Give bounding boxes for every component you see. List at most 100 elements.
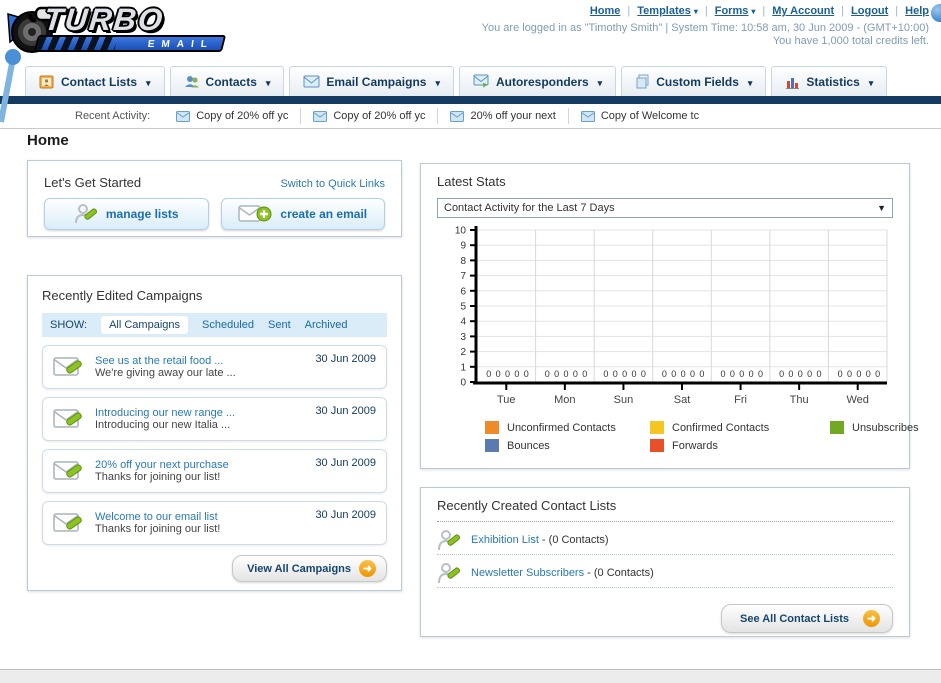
- filter-sent[interactable]: Sent: [268, 319, 291, 331]
- legend-item: Bounces: [485, 439, 650, 452]
- recent-activity-item[interactable]: 20% off your next: [438, 108, 569, 124]
- svg-text:0: 0: [730, 369, 735, 379]
- logo-stripes: [36, 37, 118, 50]
- svg-text:Mon: Mon: [554, 394, 575, 406]
- campaign-filter-bar: SHOW: All Campaigns Scheduled Sent Archi…: [42, 313, 387, 337]
- campaign-date: 30 Jun 2009: [315, 457, 376, 469]
- login-status-text: You are logged in as "Timothy Smith" | S…: [481, 22, 929, 34]
- top-link-my-account[interactable]: My Account: [772, 5, 834, 17]
- get-started-panel: Let's Get Started Switch to Quick Links …: [27, 160, 402, 237]
- view-all-campaigns-button[interactable]: View All Campaigns ➜: [232, 555, 387, 582]
- top-nav: Home | Templates | Forms | My Account | …: [590, 5, 929, 17]
- filter-archived[interactable]: Archived: [305, 319, 348, 331]
- recent-activity-item[interactable]: Copy of 20% off yc: [164, 108, 302, 124]
- envelope-icon: [580, 110, 595, 122]
- tab-custom-fields[interactable]: Custom Fields: [621, 66, 767, 96]
- orange-arrow-icon: ➜: [359, 560, 376, 577]
- contact-list-row[interactable]: Exhibition List - (0 Contacts): [437, 522, 893, 555]
- address-book-icon: [39, 75, 54, 89]
- legend-swatch: [830, 421, 844, 434]
- tab-label: Email Campaigns: [326, 74, 427, 89]
- svg-text:2: 2: [460, 347, 466, 358]
- contact-list-row[interactable]: Newsletter Subscribers - (0 Contacts): [437, 555, 893, 588]
- svg-text:0: 0: [847, 369, 852, 379]
- filter-scheduled[interactable]: Scheduled: [202, 319, 254, 331]
- campaign-title-link[interactable]: Welcome to our email list: [95, 511, 305, 523]
- svg-text:4: 4: [460, 317, 466, 328]
- logo-title: TURBO: [42, 2, 167, 37]
- get-started-title: Let's Get Started: [44, 175, 142, 190]
- switch-quick-links-link[interactable]: Switch to Quick Links: [280, 178, 385, 190]
- view-all-campaigns-label: View All Campaigns: [247, 562, 351, 575]
- tab-label: Autoresponders: [495, 74, 589, 89]
- tab-contacts[interactable]: Contacts: [169, 66, 285, 96]
- tab-email-campaigns[interactable]: Email Campaigns: [289, 66, 454, 96]
- chevron-down-icon: ▼: [877, 203, 886, 213]
- svg-text:0: 0: [788, 369, 793, 379]
- activity-item-label: Copy of Welcome tc: [600, 110, 700, 122]
- stats-period-select[interactable]: Contact Activity for the Last 7 Days ▼: [437, 198, 893, 218]
- legend-label: Unconfirmed Contacts: [507, 421, 616, 434]
- campaign-row[interactable]: Welcome to our email list Thanks for joi…: [42, 501, 387, 545]
- envelope-pencil-icon: [53, 461, 82, 480]
- svg-text:0: 0: [758, 369, 763, 379]
- svg-text:Wed: Wed: [847, 394, 869, 406]
- top-link-logout[interactable]: Logout: [851, 5, 888, 17]
- campaign-date: 30 Jun 2009: [315, 353, 376, 365]
- tab-contact-lists[interactable]: Contact Lists: [25, 66, 165, 96]
- activity-item-label: Copy of 20% off yc: [333, 110, 426, 122]
- legend-item: Confirmed Contacts: [650, 421, 830, 434]
- campaign-title-link[interactable]: See us at the retail food ...: [95, 355, 305, 367]
- main-nav-tabs: Contact Lists Contacts Email Campaigns A…: [25, 66, 888, 96]
- tab-autoresponders[interactable]: Autoresponders: [458, 66, 617, 96]
- top-link-templates[interactable]: Templates: [637, 5, 698, 17]
- recent-activity-item[interactable]: Copy of Welcome tc: [569, 108, 711, 124]
- create-email-button[interactable]: create an email: [220, 198, 385, 230]
- navy-divider-bar: [0, 96, 941, 104]
- svg-text:0: 0: [613, 369, 618, 379]
- svg-text:Thu: Thu: [790, 394, 809, 406]
- manage-lists-button[interactable]: manage lists: [44, 198, 209, 230]
- chevron-down-icon: [263, 75, 271, 89]
- svg-text:0: 0: [749, 369, 754, 379]
- tab-statistics[interactable]: Statistics: [771, 66, 888, 96]
- svg-text:Sat: Sat: [674, 394, 691, 406]
- top-link-home[interactable]: Home: [590, 5, 621, 17]
- svg-text:Tue: Tue: [497, 394, 516, 406]
- logo-subtitle: EMAIL: [147, 39, 215, 50]
- see-all-contact-lists-label: See All Contact Lists: [739, 612, 849, 625]
- legend-item: Unconfirmed Contacts: [485, 421, 650, 434]
- contact-list-link[interactable]: Newsletter Subscribers: [471, 567, 584, 579]
- footer-strip: [0, 669, 941, 683]
- legend-label: Confirmed Contacts: [672, 421, 770, 434]
- svg-text:1: 1: [460, 362, 466, 373]
- latest-stats-panel: Latest Stats Contact Activity for the La…: [420, 163, 919, 469]
- top-link-forms[interactable]: Forms: [715, 5, 756, 17]
- svg-text:3: 3: [460, 332, 466, 343]
- campaign-title-link[interactable]: 20% off your next purchase: [95, 459, 305, 471]
- person-pencil-icon: [438, 562, 461, 583]
- legend-swatch: [650, 421, 664, 434]
- campaigns-title: Recently Edited Campaigns: [42, 288, 203, 303]
- svg-text:0: 0: [838, 369, 843, 379]
- separator: |: [762, 5, 766, 17]
- svg-text:0: 0: [524, 369, 529, 379]
- filter-all-campaigns[interactable]: All Campaigns: [101, 316, 188, 334]
- see-all-contact-lists-button[interactable]: See All Contact Lists ➜: [720, 604, 893, 633]
- svg-text:0: 0: [690, 369, 695, 379]
- svg-text:0: 0: [779, 369, 784, 379]
- campaign-subtitle: We're giving away our late ...: [95, 367, 236, 379]
- envelope-arrow-icon: [473, 74, 489, 88]
- contact-activity-chart: 0 1 2 3 4 5 6 7 8 9 10 0 0 0 0 0 Tue 0 0 0 0 0 Mon 0 0 0 0 0 Sun 0 0 0 0…: [431, 220, 893, 419]
- campaign-row[interactable]: See us at the retail food ... We're givi…: [42, 345, 387, 389]
- contact-list-link[interactable]: Exhibition List: [471, 534, 539, 546]
- top-link-help[interactable]: Help: [905, 5, 929, 17]
- campaign-row[interactable]: 20% off your next purchase Thanks for jo…: [42, 449, 387, 493]
- svg-text:0: 0: [739, 369, 744, 379]
- campaign-row[interactable]: Introducing our new range ... Introducin…: [42, 397, 387, 441]
- blue-dot-decor: [931, 4, 941, 22]
- campaign-title-link[interactable]: Introducing our new range ...: [95, 407, 305, 419]
- svg-text:0: 0: [641, 369, 646, 379]
- tab-label: Contact Lists: [61, 74, 138, 89]
- recent-activity-item[interactable]: Copy of 20% off yc: [301, 108, 439, 124]
